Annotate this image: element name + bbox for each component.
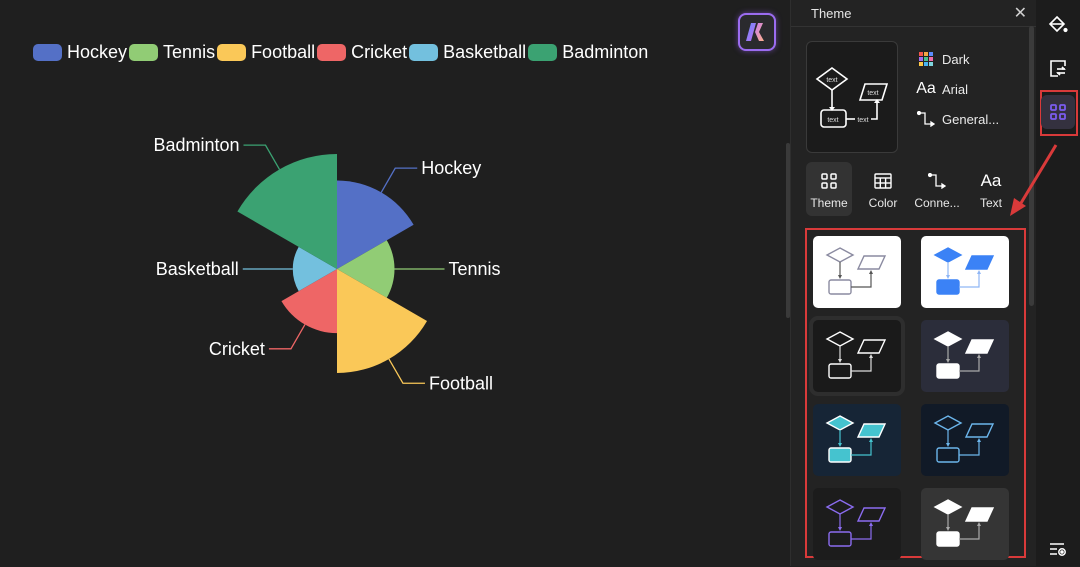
theme-tile-navy-teal[interactable] <box>813 404 901 476</box>
annotation-arrow <box>1010 144 1058 216</box>
label-line-badminton <box>243 144 281 170</box>
tab-color[interactable]: Color <box>860 162 906 216</box>
connector-icon <box>916 111 936 127</box>
flowchart-preview-icon: text text text text <box>815 67 889 128</box>
list-settings-icon <box>1050 543 1066 556</box>
color-scheme-value: Dark <box>942 51 970 67</box>
theme-tile-light-outline[interactable] <box>813 236 901 308</box>
rail-page-button[interactable] <box>1041 51 1075 85</box>
preview-text-diamond: text <box>826 77 837 84</box>
slice-label-hockey: Hockey <box>421 158 481 178</box>
slice-label-cricket: Cricket <box>209 339 265 359</box>
rose-slice-badminton[interactable] <box>237 154 337 269</box>
text-aa-icon: Aa <box>980 170 1002 190</box>
close-icon[interactable]: ✕ <box>1014 3 1027 23</box>
connector-icon <box>928 169 946 193</box>
connector-row[interactable]: General... <box>916 104 999 134</box>
color-palette-icon <box>874 169 892 193</box>
app-logo-button[interactable] <box>738 13 776 51</box>
page-settings-icon <box>1050 60 1066 77</box>
flowchart-thumbnail-icon <box>825 331 887 379</box>
slice-label-basketball: Basketball <box>156 259 239 279</box>
preview-text-para: text <box>867 90 878 97</box>
theme-tile-gray-white[interactable] <box>921 488 1009 560</box>
tab-connector[interactable]: Conne... <box>914 162 960 216</box>
theme-grid-highlight <box>805 228 1026 560</box>
connector-value: General... <box>942 111 1000 127</box>
theme-grid-icon <box>821 169 837 193</box>
theme-panel: Theme ✕ text text text text Dark Aa Aria… <box>790 0 1037 566</box>
slice-label-badminton: Badminton <box>153 135 239 155</box>
rail-theme-button[interactable] <box>1041 95 1075 129</box>
font-value: Arial <box>942 81 969 97</box>
diagram-canvas[interactable]: Hockey Tennis Football Cricket Basketball Bad… <box>0 0 790 566</box>
flowchart-thumbnail-icon <box>825 499 887 547</box>
tab-label: Color <box>868 195 898 210</box>
theme-grid <box>807 230 1024 560</box>
current-theme-meta: Dark Aa Arial General... <box>916 44 999 153</box>
tab-label: Theme <box>810 195 848 210</box>
theme-tile-navy-sky[interactable] <box>921 404 1009 476</box>
panel-title: Theme <box>811 5 852 21</box>
flowchart-thumbnail-icon <box>825 247 887 295</box>
flowchart-thumbnail-icon <box>933 499 995 547</box>
preview-text-box: text <box>827 117 838 124</box>
flowchart-thumbnail-icon <box>933 331 995 379</box>
flowchart-thumbnail-icon <box>825 415 887 463</box>
tab-label: Text <box>979 195 1002 210</box>
label-line-hockey <box>380 167 418 193</box>
tab-theme[interactable]: Theme <box>806 162 852 216</box>
current-theme-summary: text text text text Dark Aa Arial Genera… <box>806 41 1037 153</box>
paint-bucket-icon <box>1048 15 1068 33</box>
flowchart-thumbnail-icon <box>933 247 995 295</box>
text-aa-icon: Aa <box>916 80 936 97</box>
preview-text-line: text <box>857 117 868 124</box>
color-grid-icon <box>916 52 936 66</box>
font-row[interactable]: Aa Arial <box>916 74 999 104</box>
label-line-football <box>388 358 425 384</box>
panel-header: Theme ✕ <box>791 0 1037 27</box>
flowchart-thumbnail-icon <box>933 415 995 463</box>
tab-label: Conne... <box>914 195 960 210</box>
theme-tile-dark-purple[interactable] <box>813 488 901 560</box>
theme-tile-light-blue[interactable] <box>921 236 1009 308</box>
theme-tile-slate-white[interactable] <box>921 320 1009 392</box>
logo-icon <box>746 23 764 41</box>
right-toolbar <box>1036 0 1080 566</box>
slice-label-tennis: Tennis <box>449 259 501 279</box>
slice-label-football: Football <box>429 373 493 393</box>
theme-tile-dark-outline[interactable] <box>809 316 905 396</box>
color-scheme-row[interactable]: Dark <box>916 44 999 74</box>
label-line-cricket <box>268 324 306 350</box>
rose-chart: Hockey Tennis Football Cricket Basketball Bad… <box>153 135 501 393</box>
rail-style-button[interactable] <box>1041 8 1075 42</box>
theme-grid-icon <box>1050 104 1066 120</box>
rail-list-settings-button[interactable] <box>1041 533 1075 567</box>
current-theme-preview[interactable]: text text text text <box>806 41 898 153</box>
